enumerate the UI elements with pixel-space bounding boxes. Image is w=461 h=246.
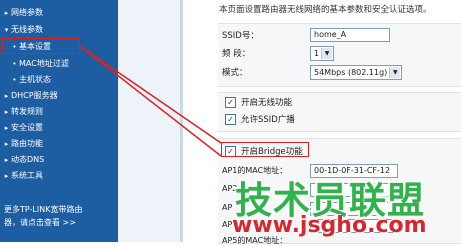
channel-value: 1	[314, 49, 320, 58]
ap3-mac-label: AP	[222, 203, 233, 212]
bullet-icon: •	[12, 76, 17, 84]
sidebar-item-network-params[interactable]: ▸ 网络参数	[2, 6, 43, 19]
enable-ssid-broadcast-checkbox[interactable]: ✓	[225, 114, 236, 125]
mode-label: 模式：	[222, 68, 248, 78]
expand-arrow-icon: ▸	[4, 172, 9, 180]
collapse-arrow-icon: ▾	[4, 26, 9, 34]
channel-select[interactable]: 1 ▼	[310, 46, 335, 61]
sidebar-item-dynamic-dns[interactable]: ▸ 动态DNS	[2, 153, 45, 166]
expand-arrow-icon: ▸	[4, 156, 9, 164]
sidebar-item-mac-filter[interactable]: • MAC地址过滤	[10, 57, 69, 70]
channel-label: 频 段：	[222, 49, 251, 59]
sidebar-item-dhcp-server[interactable]: ▸ DHCP服务器	[2, 89, 58, 102]
sidebar-highlight-box	[2, 38, 80, 54]
chevron-down-icon: ▼	[321, 48, 333, 59]
bullet-icon: •	[12, 60, 17, 68]
sidebar-item-label: 转发规则	[11, 107, 43, 116]
enable-ssid-broadcast-label: 允许SSID广播	[241, 115, 295, 125]
enable-wireless-checkbox[interactable]: ✓	[225, 97, 236, 108]
sidebar-item-system-tools[interactable]: ▸ 系统工具	[2, 169, 43, 182]
sidebar-item-wireless-params[interactable]: ▾ 无线参数	[2, 23, 43, 36]
sidebar-item-label: 安全设置	[11, 123, 43, 132]
sidebar-item-forwarding-rules[interactable]: ▸ 转发规则	[2, 105, 43, 118]
ap4-mac-label: AP	[222, 220, 233, 229]
sidebar-item-security[interactable]: ▸ 安全设置	[2, 121, 43, 134]
ssid-input[interactable]: home_A	[310, 28, 390, 42]
expand-arrow-icon: ▸	[4, 108, 9, 116]
sidebar-item-label: MAC地址过滤	[19, 59, 69, 68]
sidebar-item-label: 网络参数	[11, 8, 43, 17]
sidebar-item-label: 主机状态	[19, 75, 51, 84]
sidebar-nav: ▸ 网络参数 ▾ 无线参数 • 基本设置 • MAC地址过滤 • 主机状态 ▸ DHCP服务…	[0, 0, 118, 242]
sidebar-item-label: 动态DNS	[11, 155, 45, 164]
sidebar-item-label: 路由功能	[11, 139, 43, 148]
sidebar-item-label: 系统工具	[11, 171, 43, 180]
sidebar-item-label: DHCP服务器	[11, 91, 58, 100]
watermark-url: www.jsgho.com	[232, 213, 427, 238]
sidebar-item-host-status[interactable]: • 主机状态	[10, 73, 51, 86]
mode-value: 54Mbps (802.11g)	[314, 68, 388, 77]
promo-line-2: 器，请点击查看 >>	[4, 218, 76, 227]
chevron-down-icon: ▼	[389, 67, 401, 78]
frame-gap	[118, 0, 180, 242]
bridge-highlight-box	[221, 142, 309, 157]
sidebar-item-routing[interactable]: ▸ 路由功能	[2, 137, 43, 150]
expand-arrow-icon: ▸	[4, 9, 9, 17]
sidebar-item-label: 无线参数	[11, 25, 43, 34]
expand-arrow-icon: ▸	[4, 92, 9, 100]
mode-select[interactable]: 54Mbps (802.11g) ▼	[310, 65, 403, 80]
ssid-label: SSID号：	[222, 31, 259, 41]
expand-arrow-icon: ▸	[4, 124, 9, 132]
expand-arrow-icon: ▸	[4, 140, 9, 148]
promo-link[interactable]: 更多TP-LINK宽带路由 器，请点击查看 >>	[4, 203, 82, 229]
promo-line-1: 更多TP-LINK宽带路由	[4, 205, 83, 214]
page-intro-text: 本页面设置路由器无线网络的基本参数和安全认证选项。	[219, 5, 432, 15]
enable-wireless-label: 开启无线功能	[241, 98, 293, 108]
